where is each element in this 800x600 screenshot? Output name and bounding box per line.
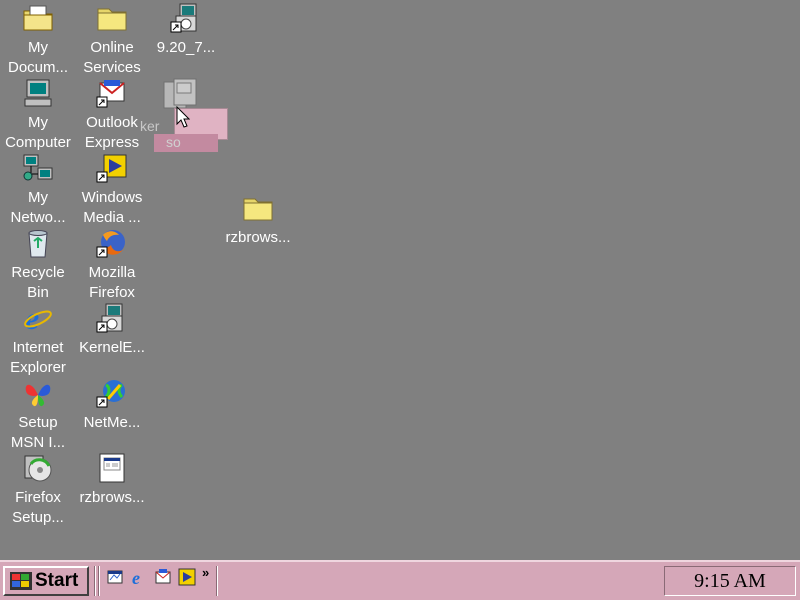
desktop-icon-kernele[interactable]: KernelE... [74, 302, 150, 376]
desktop-icon-label: Online Services [83, 39, 141, 76]
computer-icon [22, 77, 54, 109]
taskbar-separator [94, 566, 96, 596]
desktop-icon-9-20-7[interactable]: 9.20_7... [148, 2, 224, 76]
taskbar: Start e » 9:15 AM [0, 560, 800, 600]
desktop-icon-firefox-setup[interactable]: Firefox Setup... [0, 452, 76, 526]
desktop-icon-label: 9.20_7... [156, 39, 216, 56]
document-icon [96, 452, 128, 484]
quicklaunch-media-player-icon[interactable] [178, 568, 196, 586]
desktop-icon-label: My Netwo... [10, 189, 66, 226]
desktop-icon-label: Firefox Setup... [12, 489, 64, 526]
installer-icon [96, 302, 128, 334]
taskbar-separator [98, 566, 100, 596]
desktop-icon-my-network[interactable]: My Netwo... [0, 152, 76, 226]
installer-icon [170, 2, 202, 34]
system-tray: 9:15 AM [664, 566, 796, 596]
msn-butterfly-icon [22, 377, 54, 409]
desktop-icon-rzbrows-folder[interactable]: rzbrows... [220, 192, 296, 266]
quicklaunch-outlook-express-icon[interactable] [154, 568, 172, 586]
desktop-icon-label: Internet Explorer [10, 339, 66, 376]
clock[interactable]: 9:15 AM [694, 570, 766, 593]
desktop-icon-label: Outlook Express [84, 114, 140, 151]
desktop-icon-label: NetMe... [83, 414, 141, 431]
outlook-express-icon [96, 77, 128, 109]
network-icon [22, 152, 54, 184]
netmeeting-icon [96, 377, 128, 409]
desktop-icon-label: Recycle Bin [11, 264, 65, 301]
internet-explorer-icon: e [22, 302, 54, 334]
desktop-icon-label: KernelE... [79, 339, 145, 356]
svg-text:e: e [25, 302, 39, 334]
firefox-icon [96, 227, 128, 259]
desktop-icon-mozilla-firefox[interactable]: Mozilla Firefox [74, 227, 150, 301]
desktop-icon-label: Mozilla Firefox [88, 264, 136, 301]
desktop-icon-my-documents[interactable]: My Docum... [0, 2, 76, 76]
desktop-icon-label: My Docum... [7, 39, 68, 76]
firefox-setup-icon [22, 452, 54, 484]
desktop-icon-windows-media[interactable]: Windows Media ... [74, 152, 150, 226]
quicklaunch-show-desktop-icon[interactable] [106, 568, 124, 586]
taskbar-separator [216, 566, 218, 596]
folder-icon [96, 2, 128, 34]
start-button[interactable]: Start [3, 566, 89, 596]
drag-ghost-label-selected: so [154, 134, 218, 152]
folder-icon [242, 192, 274, 224]
windows-logo-icon [9, 571, 33, 591]
desktop-icon-outlook-express[interactable]: Outlook Express [74, 77, 150, 151]
drag-ghost: ker so [140, 78, 232, 158]
media-player-icon [96, 152, 128, 184]
quicklaunch-overflow-chevron[interactable]: » [202, 565, 209, 580]
desktop-icon-my-computer[interactable]: My Computer [0, 77, 76, 151]
desktop-icon-rzbrows-doc[interactable]: rzbrows... [74, 452, 150, 526]
desktop-icon-label: rzbrows... [79, 489, 145, 506]
desktop-icon-label: My Computer [5, 114, 71, 151]
drag-ghost-label: ker [140, 118, 160, 134]
desktop-icon-online-services[interactable]: Online Services [74, 2, 150, 76]
desktop-icon-netmeeting[interactable]: NetMe... [74, 377, 150, 451]
start-label: Start [35, 570, 79, 591]
desktop-icon-recycle-bin[interactable]: Recycle Bin [0, 227, 76, 301]
my-documents-icon [22, 2, 54, 34]
desktop-icon-setup-msn[interactable]: Setup MSN I... [0, 377, 76, 451]
desktop-icon-internet-explorer[interactable]: e Internet Explorer [0, 302, 76, 376]
recycle-bin-icon [22, 227, 54, 259]
mouse-pointer-icon [176, 105, 191, 128]
desktop-icon-label: rzbrows... [225, 229, 291, 246]
desktop-icon-label: Setup MSN I... [10, 414, 66, 451]
desktop-icon-label: Windows Media ... [81, 189, 143, 226]
quicklaunch-internet-explorer-icon[interactable]: e [130, 568, 148, 586]
svg-text:e: e [132, 568, 140, 586]
